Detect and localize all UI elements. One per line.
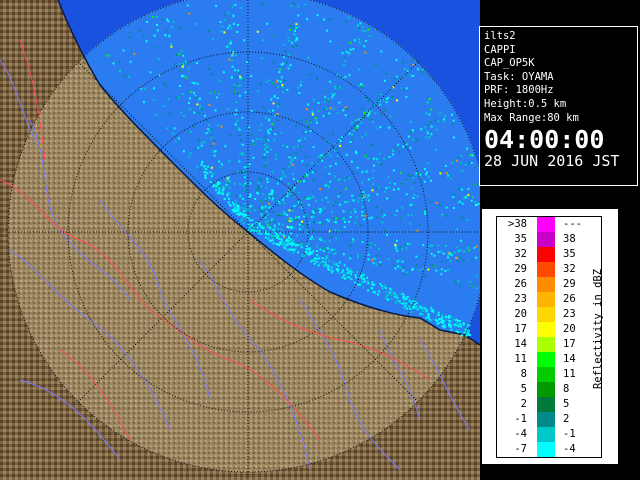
legend-low-value: 5 [520,383,527,395]
legend-low-value: -7 [514,443,527,455]
legend-color-swatch [537,247,555,262]
legend-high-value: 14 [563,353,576,365]
legend-row: 25 [497,397,601,412]
legend-color-swatch [537,427,555,442]
legend-low-value: 26 [514,278,527,290]
legend-high-value: 38 [563,233,576,245]
legend-panel: >38 --- 35 38 32 35 29 32 26 29 23 26 20 23 17 20 14 17 11… [481,208,619,465]
legend-color-swatch [537,337,555,352]
product-code: CAP_OP5K [484,57,535,70]
max-range-value: Max Range:80 km [484,111,579,124]
legend-low-value: 11 [514,353,527,365]
legend-low-value: 17 [514,323,527,335]
legend-low-value: 35 [514,233,527,245]
legend-scale: >38 --- 35 38 32 35 29 32 26 29 23 26 20 23 17 20 14 17 11… [496,216,602,458]
legend-row: 23 26 [497,292,601,307]
legend-high-value: 8 [563,383,570,395]
task-name: Task: OYAMA [484,70,554,83]
legend-row: -1 2 [497,412,601,427]
station-name: ilts2 [484,30,516,42]
legend-color-swatch [537,442,555,457]
legend-high-value: --- [563,218,582,230]
legend-color-swatch [537,262,555,277]
legend-high-value: 26 [563,293,576,305]
observation-time: 04:00:00 [484,125,605,155]
legend-high-value: 2 [563,413,570,425]
legend-low-value: >38 [508,218,527,230]
product-name: CAPPI [484,43,516,56]
legend-low-value: 32 [514,248,527,260]
legend-row: 8 11 [497,367,601,382]
legend-low-value: 14 [514,338,527,350]
height-value: Height:0.5 km [484,97,567,110]
legend-row: >38 --- [497,217,601,232]
legend-color-swatch [537,277,555,292]
legend-low-value: 8 [520,368,527,380]
legend-row: 35 38 [497,232,601,247]
legend-color-swatch [537,322,555,337]
legend-row: 14 17 [497,337,601,352]
legend-high-value: 32 [563,263,576,275]
legend-row: 58 [497,382,601,397]
legend-low-value: 2 [520,398,527,410]
legend-row: -7 -4 [497,442,601,457]
legend-color-swatch [537,352,555,367]
observation-date: 28 JUN 2016 JST [484,152,620,171]
legend-high-value: 11 [563,368,576,380]
legend-low-value: 23 [514,293,527,305]
legend-high-value: 20 [563,323,576,335]
legend-color-swatch [537,382,555,397]
legend-high-value: 17 [563,338,576,350]
legend-low-value: 29 [514,263,527,275]
legend-high-value: 29 [563,278,576,290]
legend-color-swatch [537,217,555,232]
legend-color-swatch [537,397,555,412]
prf-value: PRF: 1800Hz [484,84,554,97]
legend-low-value: 20 [514,308,527,320]
legend-color-swatch [537,292,555,307]
legend-row: -4 -1 [497,427,601,442]
info-panel: ilts2 CAPPI CAP_OP5K Task: OYAMA PRF: 18… [479,26,638,186]
legend-title: Reflectivity in dBZ [592,268,604,390]
legend-row: 32 35 [497,247,601,262]
legend-row: 26 29 [497,277,601,292]
legend-color-swatch [537,232,555,247]
legend-row: 20 23 [497,307,601,322]
radar-display: ilts2 CAPPI CAP_OP5K Task: OYAMA PRF: 18… [0,0,640,480]
legend-row: 17 20 [497,322,601,337]
legend-high-value: 5 [563,398,570,410]
legend-color-swatch [537,412,555,427]
legend-high-value: -1 [563,428,576,440]
legend-color-swatch [537,367,555,382]
legend-high-value: 35 [563,248,576,260]
legend-row: 29 32 [497,262,601,277]
legend-color-swatch [537,307,555,322]
legend-high-value: -4 [563,443,576,455]
legend-low-value: -1 [514,413,527,425]
legend-low-value: -4 [514,428,527,440]
legend-row: 11 14 [497,352,601,367]
legend-high-value: 23 [563,308,576,320]
